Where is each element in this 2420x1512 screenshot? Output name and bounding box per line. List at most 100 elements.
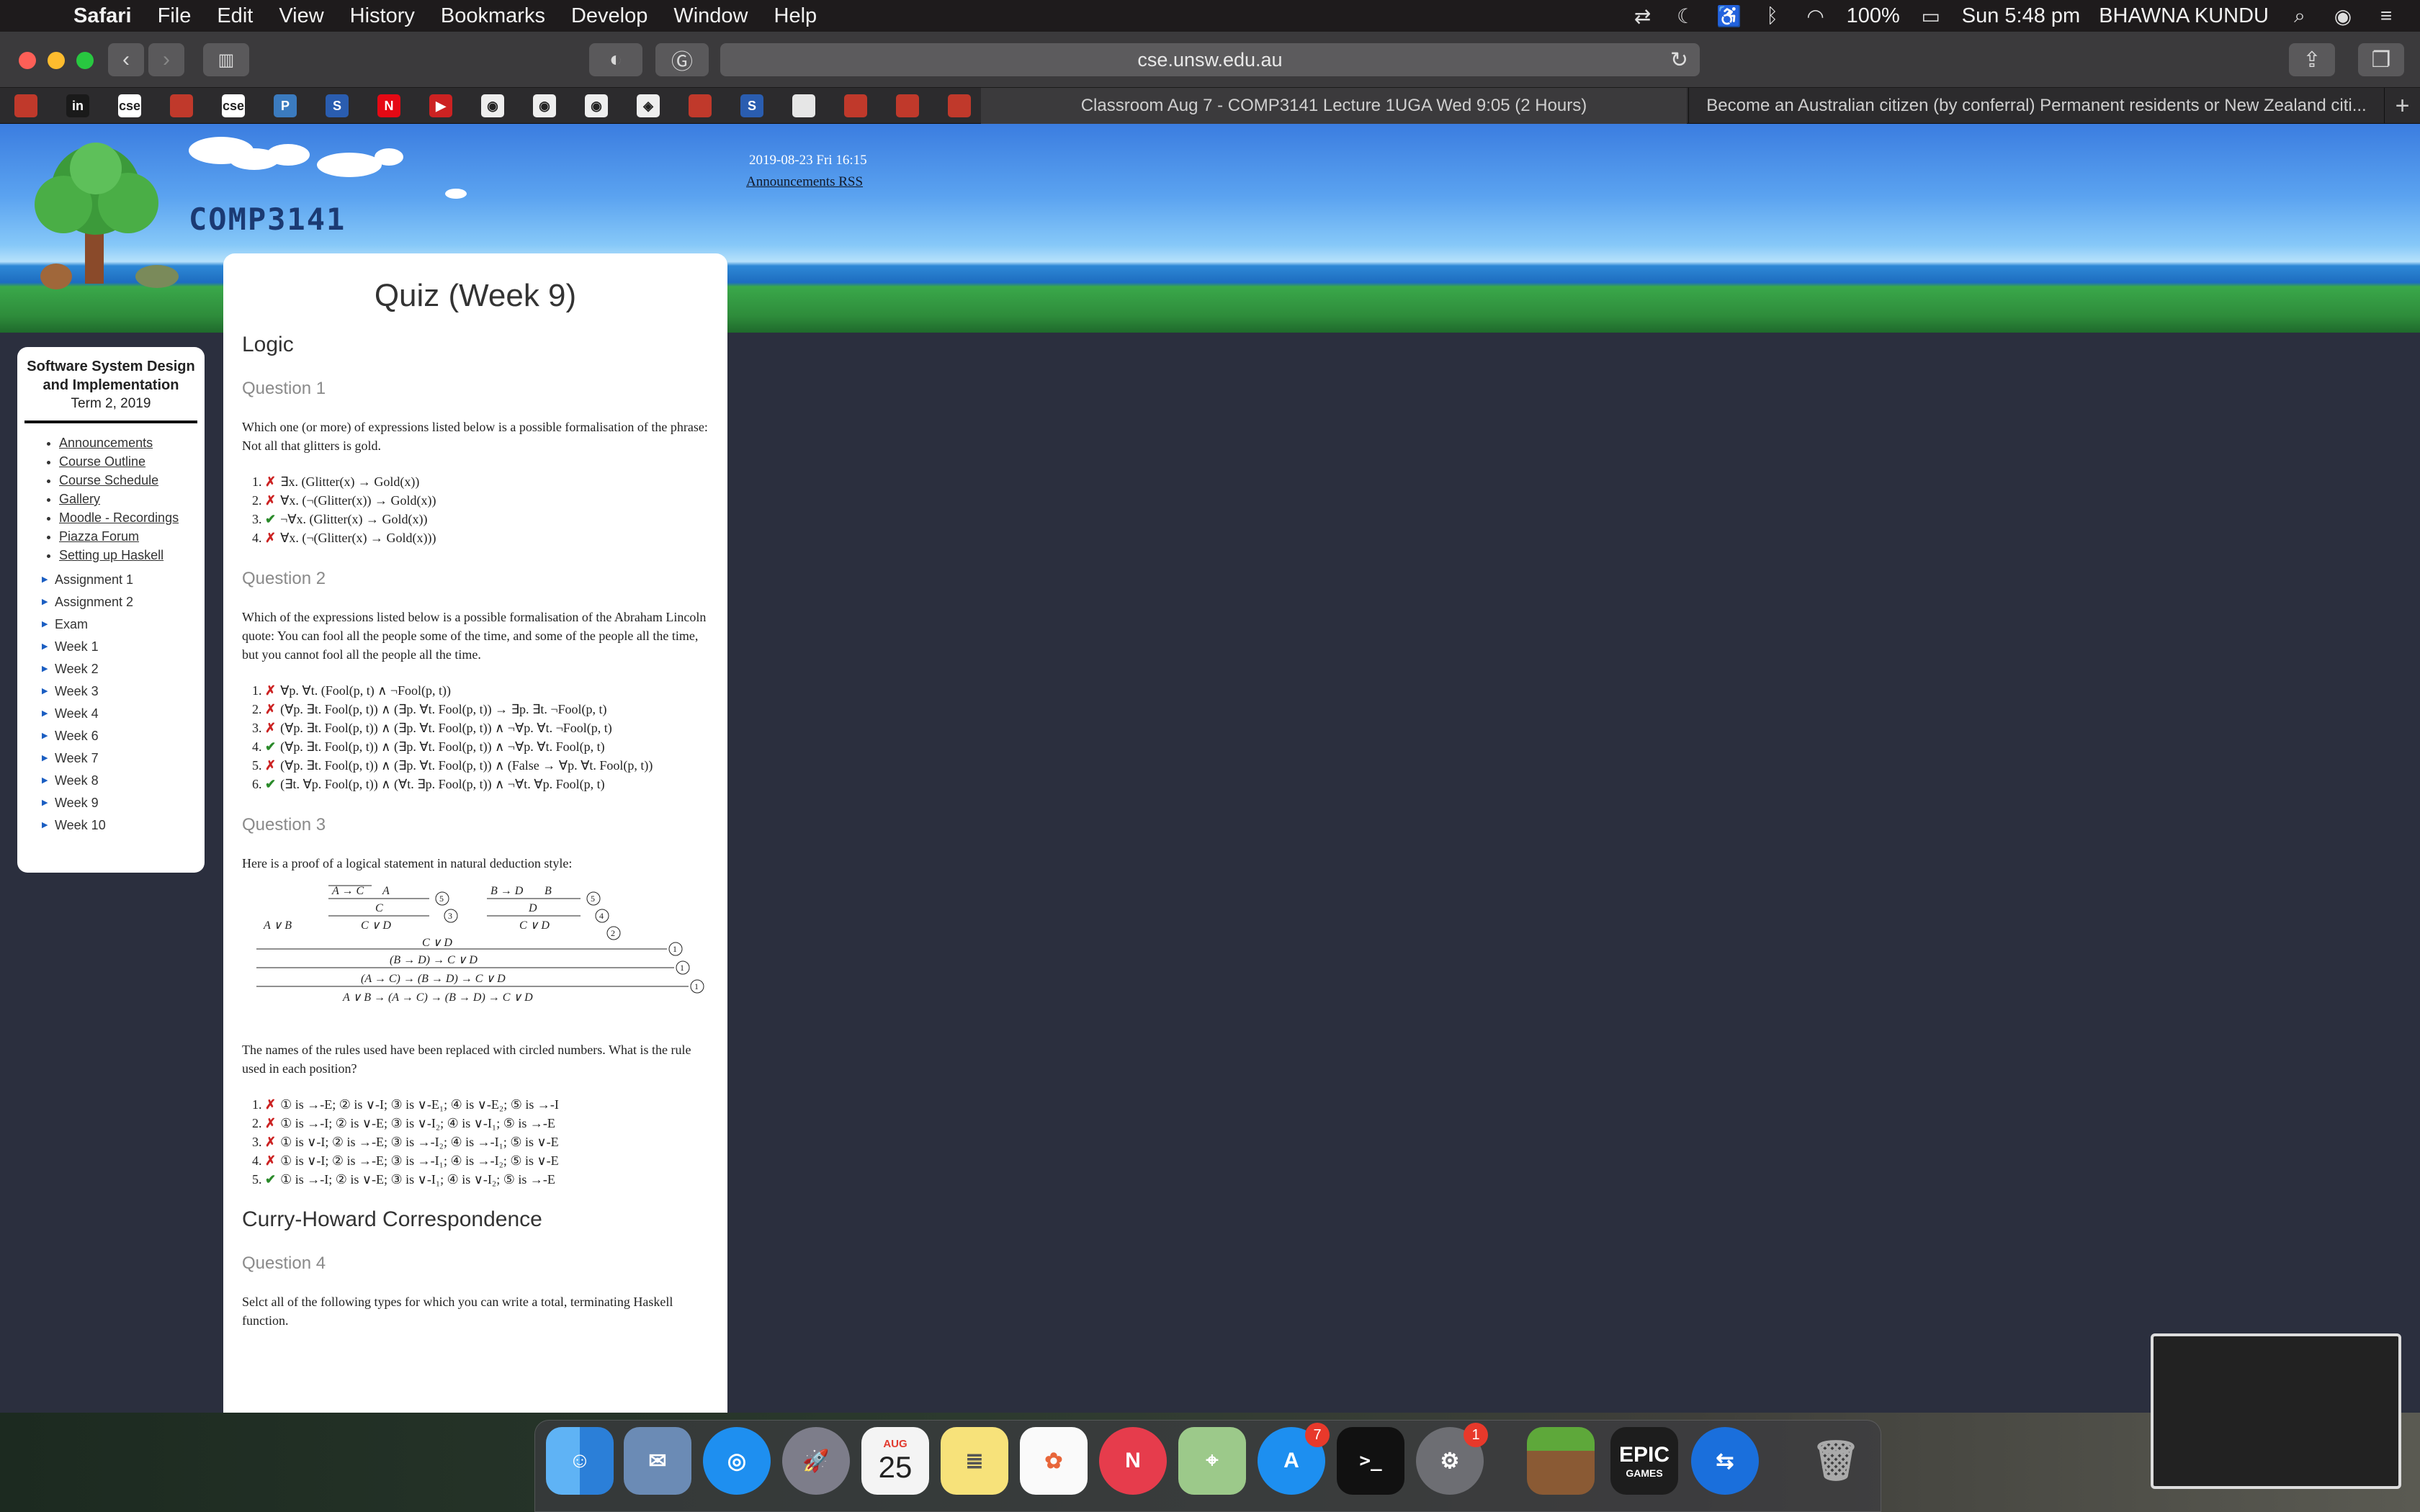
sidebar-section-item[interactable]: ▶ Assignment 2	[33, 591, 197, 613]
sidebar-toggle-button[interactable]: ▥	[203, 43, 249, 76]
sidebar-section-item[interactable]: ▶ Week 3	[33, 680, 197, 703]
teamviewer-app-icon[interactable]: ⇆	[1691, 1427, 1759, 1495]
moon-icon[interactable]: ☾	[1674, 4, 1698, 28]
address-bar[interactable]: cse.unsw.edu.au ↻	[720, 43, 1700, 76]
pinned-tab-github-icon[interactable]: ◉	[481, 94, 504, 117]
site-logo[interactable]: COMP3141	[189, 202, 346, 237]
disclosure-triangle-icon[interactable]: ▶	[33, 569, 55, 591]
pinned-tab-netflix-icon[interactable]: N	[377, 94, 400, 117]
pinned-tab-blank-icon[interactable]	[792, 94, 815, 117]
pinned-tab-ing-icon[interactable]: in	[66, 94, 89, 117]
menubar-clock[interactable]: Sun 5:48 pm	[1962, 4, 2080, 28]
sidebar-section-item[interactable]: ▶ Week 9	[33, 792, 197, 814]
menu-window[interactable]: Window	[673, 4, 748, 28]
tab-overview-button[interactable]: ❐	[2358, 43, 2404, 76]
disclosure-triangle-icon[interactable]: ▶	[33, 792, 55, 814]
finder-icon[interactable]: ☺	[546, 1427, 614, 1495]
sidebar-link-course-outline[interactable]: Course Outline	[59, 452, 197, 471]
sidebar-section-item[interactable]: ▶ Week 4	[33, 703, 197, 725]
wifi-icon[interactable]: ◠	[1803, 4, 1828, 28]
disclosure-triangle-icon[interactable]: ▶	[33, 636, 55, 658]
mail-app-icon[interactable]: ✉	[624, 1427, 691, 1495]
sidebar-link-gallery[interactable]: Gallery	[59, 490, 197, 508]
pinned-tab-unsw-crest-icon[interactable]	[170, 94, 193, 117]
forward-button[interactable]: ›	[148, 43, 184, 76]
epic-games-app-icon[interactable]: EPIC GAMES	[1610, 1427, 1678, 1495]
sidebar-link-piazza[interactable]: Piazza Forum	[59, 527, 197, 546]
menu-develop[interactable]: Develop	[571, 4, 647, 28]
accessibility-icon[interactable]: ♿	[1716, 4, 1742, 28]
pinned-tab-octagon-icon[interactable]: ◈	[637, 94, 660, 117]
reload-icon[interactable]: ↻	[1670, 48, 1688, 73]
disclosure-triangle-icon[interactable]: ▶	[33, 814, 55, 837]
menu-help[interactable]: Help	[774, 4, 817, 28]
sidebar-link-announcements[interactable]: Announcements	[59, 433, 197, 452]
disclosure-triangle-icon[interactable]: ▶	[33, 591, 55, 613]
pinned-tab-s-icon[interactable]: S	[326, 94, 349, 117]
announcements-rss-link[interactable]: Announcements RSS	[746, 174, 863, 190]
pinned-tab-p-icon[interactable]: P	[274, 94, 297, 117]
menu-edit[interactable]: Edit	[217, 4, 253, 28]
notes-app-icon[interactable]: ≣	[941, 1427, 1008, 1495]
pinned-tab-unsw-crest-icon[interactable]	[689, 94, 712, 117]
menu-app-name[interactable]: Safari	[73, 4, 132, 28]
pinned-tab-unsw-crest-icon[interactable]	[948, 94, 971, 117]
close-window-button[interactable]	[19, 52, 36, 69]
tab-classroom[interactable]: Classroom Aug 7 - COMP3141 Lecture 1UGA …	[981, 88, 1687, 124]
screenshot-thumbnail-preview[interactable]	[2151, 1333, 2401, 1489]
sidebar-section-item[interactable]: ▶ Assignment 1	[33, 569, 197, 591]
teamviewer-status-icon[interactable]: ⇄	[1631, 4, 1655, 28]
menu-view[interactable]: View	[279, 4, 323, 28]
calendar-app-icon[interactable]: AUG 25	[861, 1427, 929, 1495]
pinned-tab-github-icon[interactable]: ◉	[585, 94, 608, 117]
pinned-tab-unsw-crest-icon[interactable]	[896, 94, 919, 117]
zoom-window-button[interactable]	[76, 52, 94, 69]
sidebar-link-course-schedule[interactable]: Course Schedule	[59, 471, 197, 490]
pinned-tab-s-icon[interactable]: S	[740, 94, 763, 117]
sidebar-section-item[interactable]: ▶ Week 8	[33, 770, 197, 792]
spotlight-search-icon[interactable]: ⌕	[2287, 4, 2312, 28]
pinned-tab-cse-icon[interactable]: cse	[222, 94, 245, 117]
disclosure-triangle-icon[interactable]: ▶	[33, 680, 55, 703]
photos-app-icon[interactable]: ✿	[1020, 1427, 1088, 1495]
menubar-user[interactable]: BHAWNA KUNDU	[2099, 4, 2269, 28]
minimize-window-button[interactable]	[48, 52, 65, 69]
tab-citizenship[interactable]: Become an Australian citizen (by conferr…	[1688, 88, 2384, 124]
pinned-tab-unsw-crest-icon[interactable]	[14, 94, 37, 117]
maps-app-icon[interactable]: ⌖	[1178, 1427, 1246, 1495]
disclosure-triangle-icon[interactable]: ▶	[33, 658, 55, 680]
pinned-tab-unsw-crest-icon[interactable]	[844, 94, 867, 117]
trash-icon[interactable]: 🗑	[1802, 1427, 1870, 1495]
sidebar-section-item[interactable]: ▶ Week 7	[33, 747, 197, 770]
news-app-icon[interactable]: N	[1099, 1427, 1167, 1495]
grammarly-button[interactable]: Ⓖ	[655, 43, 709, 76]
new-tab-button[interactable]: +	[2384, 88, 2420, 124]
menu-file[interactable]: File	[158, 4, 192, 28]
disclosure-triangle-icon[interactable]: ▶	[33, 703, 55, 725]
sidebar-section-item[interactable]: ▶ Exam	[33, 613, 197, 636]
extension-button[interactable]: ◐	[589, 43, 642, 76]
sidebar-link-haskell[interactable]: Setting up Haskell	[59, 546, 197, 564]
disclosure-triangle-icon[interactable]: ▶	[33, 725, 55, 747]
pinned-tab-youtube-icon[interactable]: ▶	[429, 94, 452, 117]
minecraft-app-icon[interactable]	[1527, 1427, 1595, 1495]
disclosure-triangle-icon[interactable]: ▶	[33, 770, 55, 792]
bluetooth-icon[interactable]: ᛒ	[1760, 4, 1785, 28]
menu-bookmarks[interactable]: Bookmarks	[441, 4, 545, 28]
share-button[interactable]: ⇪	[2289, 43, 2335, 76]
disclosure-triangle-icon[interactable]: ▶	[33, 747, 55, 770]
siri-icon[interactable]: ◉	[2331, 4, 2355, 28]
pinned-tab-cse-icon[interactable]: cse	[118, 94, 141, 117]
apple-icon[interactable]	[27, 3, 53, 29]
sidebar-section-item[interactable]: ▶ Week 1	[33, 636, 197, 658]
launchpad-icon[interactable]: 🚀	[782, 1427, 850, 1495]
battery-icon[interactable]: ▭	[1919, 4, 1943, 28]
sidebar-section-item[interactable]: ▶ Week 10	[33, 814, 197, 837]
sidebar-link-moodle[interactable]: Moodle - Recordings	[59, 508, 197, 527]
terminal-app-icon[interactable]: >_	[1337, 1427, 1404, 1495]
safari-app-icon[interactable]: ◎	[703, 1427, 771, 1495]
pinned-tab-github-icon[interactable]: ◉	[533, 94, 556, 117]
sidebar-section-item[interactable]: ▶ Week 2	[33, 658, 197, 680]
back-button[interactable]: ‹	[108, 43, 144, 76]
menu-history[interactable]: History	[350, 4, 415, 28]
